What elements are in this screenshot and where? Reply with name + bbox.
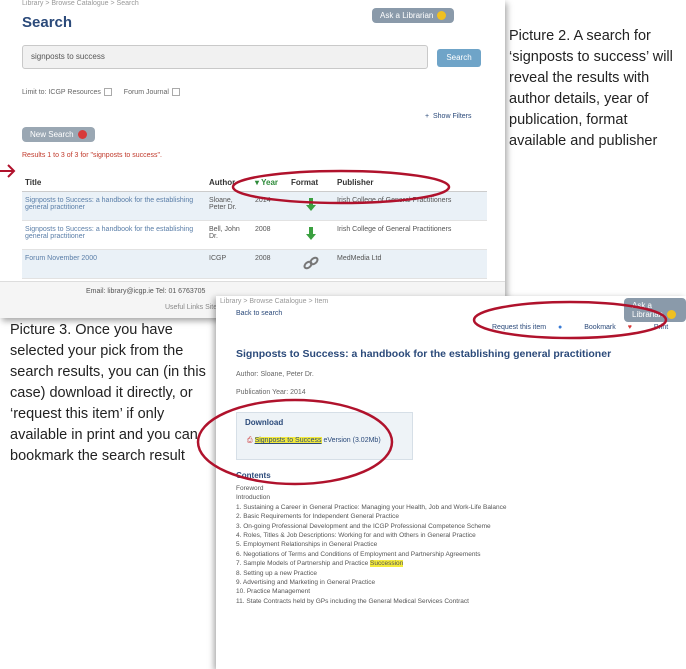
speech-bubble-icon: ●: [558, 324, 563, 331]
row-publisher: Irish College of General Practitioners: [334, 191, 487, 221]
table-row[interactable]: Forum November 2000 ICGP 2008 MedMedia L…: [22, 249, 487, 279]
item-actions: Request this item ● Bookmark ♥ Print: [492, 324, 678, 331]
heart-icon: ♥: [627, 324, 632, 331]
bookmark-label: Bookmark: [584, 324, 616, 331]
list-item: 6. Negotiations of Terms and Conditions …: [236, 550, 481, 558]
list-item: 4. Roles, Titles & Job Descriptions: Wor…: [236, 532, 476, 540]
download-icon[interactable]: [288, 220, 334, 250]
table-row[interactable]: Signposts to Success: a handbook for the…: [22, 191, 487, 221]
download-heading: Download: [245, 418, 284, 427]
page-title: Search: [22, 14, 73, 31]
forum-journal-checkbox[interactable]: [171, 88, 180, 96]
download-link-label: Signposts to Success: [254, 437, 322, 444]
results-summary: Results 1 to 3 of 3 for "signposts to su…: [22, 152, 162, 159]
list-item: 5. Employment Relationships in General P…: [236, 541, 378, 549]
list-item: 3. On-going Professional Development and…: [236, 522, 491, 530]
col-publisher[interactable]: Publisher: [334, 174, 487, 192]
item-publication-year: Publication Year: 2014: [236, 389, 306, 396]
request-item-label: Request this item: [492, 324, 547, 331]
download-panel: Download ⎙ Signposts to Success eVersion…: [236, 412, 413, 460]
item-title: Signposts to Success: a handbook for the…: [236, 348, 612, 360]
caption-picture-2: Picture 2. A search for ‘signposts to su…: [509, 28, 673, 149]
new-search-button[interactable]: New Search: [22, 127, 95, 143]
pdf-icon: ⎙: [247, 437, 253, 444]
row-author: Sloane, Peter Dr.: [206, 191, 252, 221]
row-title[interactable]: Signposts to Success: a handbook for the…: [22, 191, 206, 221]
row-title[interactable]: Signposts to Success: a handbook for the…: [22, 220, 206, 250]
list-item: 1. Sustaining a Career in General Practi…: [236, 503, 507, 511]
results-table: Title Author ▾ Year Format Publisher Sig…: [22, 174, 487, 279]
row-publisher: MedMedia Ltd: [334, 249, 487, 279]
row-author: ICGP: [206, 249, 252, 279]
search-button[interactable]: Search: [437, 49, 481, 67]
list-item: 8. Setting up a new Practice: [236, 569, 317, 577]
row-title[interactable]: Forum November 2000: [22, 249, 206, 279]
download-size: eVersion (3.02Mb): [323, 437, 381, 444]
search-input[interactable]: signposts to success: [22, 45, 428, 69]
row-year: 2008: [252, 249, 288, 279]
table-row[interactable]: Signposts to Success: a handbook for the…: [22, 220, 487, 250]
icgp-resources-checkbox[interactable]: [103, 88, 112, 96]
new-search-icon: [77, 130, 87, 140]
col-title[interactable]: Title: [22, 174, 206, 192]
col-author[interactable]: Author: [206, 174, 252, 192]
limit-label: Limit to: ICGP Resources: [22, 88, 101, 96]
request-item-link[interactable]: Request this item ●: [492, 324, 572, 331]
smile-icon: [437, 11, 447, 21]
link-icon[interactable]: [288, 249, 334, 279]
list-item: 7. Sample Models of Partnership and Prac…: [236, 560, 404, 568]
row-year: 2008: [252, 220, 288, 250]
footer-contact[interactable]: Email: library@icgp.ie Tel: 01 6763705: [86, 288, 205, 295]
list-item: 10. Practice Management: [236, 588, 311, 596]
list-item: Introduction: [236, 494, 270, 502]
col-year[interactable]: ▾ Year: [252, 174, 288, 192]
contents-heading: Contents: [236, 471, 271, 480]
item-author: Author: Sloane, Peter Dr.: [236, 371, 314, 378]
breadcrumb: Library > Browse Catalogue > Item: [220, 298, 329, 305]
ask-librarian-button[interactable]: Ask a Librarian: [372, 8, 455, 24]
breadcrumb: Library > Browse Catalogue > Search: [22, 0, 139, 7]
search-term-highlight: Succession: [370, 560, 404, 568]
list-item: 11. State Contracts held by GPs includin…: [236, 597, 469, 605]
col-format[interactable]: Format: [288, 174, 334, 192]
search-results-screenshot: Library > Browse Catalogue > Search Sear…: [0, 0, 505, 318]
print-link[interactable]: Print: [654, 324, 668, 331]
row-publisher: Irish College of General Practitioners: [334, 220, 487, 250]
row-year: 2014: [252, 191, 288, 221]
list-item: 9. Advertising and Marketing in General …: [236, 579, 376, 587]
table-of-contents: Foreword Introduction 1. Sustaining a Ca…: [236, 484, 676, 606]
show-filters-link[interactable]: + Show Filters: [425, 113, 472, 120]
new-search-label: New Search: [30, 130, 74, 139]
col-year-label: Year: [261, 178, 278, 187]
bookmark-link[interactable]: Bookmark ♥: [584, 324, 642, 331]
download-link[interactable]: ⎙ Signposts to Success eVersion (3.02Mb): [247, 437, 381, 445]
back-to-search-link[interactable]: Back to search: [236, 310, 282, 317]
item-detail-screenshot: Library > Browse Catalogue > Item Ask a …: [216, 296, 686, 669]
ask-librarian-button[interactable]: Ask a Librarian: [624, 298, 686, 323]
smile-icon: [667, 310, 677, 320]
show-filters-label: Show Filters: [432, 113, 472, 120]
list-item: 2. Basic Requirements for Independent Ge…: [236, 513, 399, 521]
caption-picture-3: Picture 3. Once you have selected your p…: [10, 322, 206, 464]
row-author: Bell, John Dr.: [206, 220, 252, 250]
forum-label: Forum Journal: [123, 88, 169, 96]
ask-librarian-label: Ask a Librarian: [380, 11, 434, 20]
download-icon[interactable]: [288, 191, 334, 221]
list-item: Foreword: [236, 485, 264, 492]
limit-filters: Limit to: ICGP Resources Forum Journal: [22, 88, 190, 96]
ask-librarian-label: Ask a Librarian: [632, 301, 664, 319]
